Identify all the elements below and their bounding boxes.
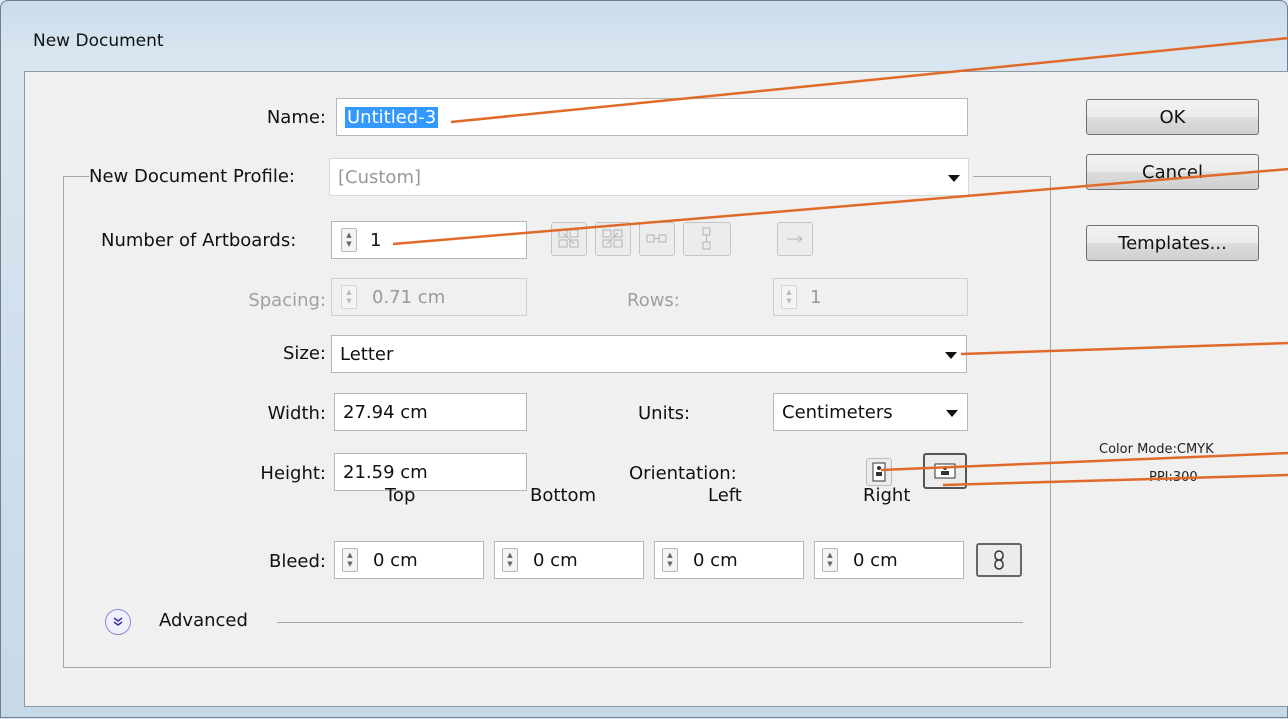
spinner-arrows-icon[interactable]: ▲ ▼ bbox=[342, 548, 358, 572]
units-label: Units: bbox=[638, 403, 691, 424]
group-border-bottom bbox=[63, 667, 1051, 668]
units-dropdown-value: Centimeters bbox=[782, 401, 893, 423]
advanced-separator bbox=[277, 622, 1023, 623]
bleed-left-value: 0 cm bbox=[693, 549, 738, 571]
name-label: Name: bbox=[266, 107, 326, 128]
bleed-right-value: 0 cm bbox=[853, 549, 898, 571]
name-input-value: Untitled-3 bbox=[345, 106, 439, 128]
bleed-top-label: Top bbox=[385, 485, 416, 506]
cancel-button[interactable]: Cancel bbox=[1086, 154, 1259, 190]
arrange-by-row-icon[interactable] bbox=[639, 222, 675, 256]
group-border-top-right bbox=[973, 176, 1051, 177]
rows-value: 1 bbox=[810, 286, 822, 308]
height-input[interactable]: 21.59 cm bbox=[334, 453, 527, 491]
group-border-left bbox=[63, 176, 64, 668]
landscape-orientation-icon[interactable] bbox=[923, 453, 967, 489]
width-value: 27.94 cm bbox=[343, 401, 428, 423]
spinner-arrows-icon[interactable]: ▲ ▼ bbox=[781, 285, 797, 309]
grid-by-column-icon[interactable] bbox=[595, 222, 631, 256]
spacing-label: Spacing: bbox=[248, 290, 326, 311]
width-input[interactable]: 27.94 cm bbox=[334, 393, 527, 431]
rows-label: Rows: bbox=[627, 290, 680, 311]
grid-by-row-icon[interactable] bbox=[551, 222, 587, 256]
ppi-text: PPI:300 bbox=[1149, 470, 1198, 485]
spinner-arrows-icon[interactable]: ▲ ▼ bbox=[662, 548, 678, 572]
bleed-label: Bleed: bbox=[269, 551, 326, 572]
bleed-bottom-value: 0 cm bbox=[533, 549, 578, 571]
height-value: 21.59 cm bbox=[343, 461, 428, 483]
artboards-input[interactable]: 1 bbox=[331, 221, 527, 259]
bleed-left-label: Left bbox=[708, 485, 742, 506]
spacing-value: 0.71 cm bbox=[372, 286, 446, 308]
group-border-right bbox=[1050, 176, 1051, 668]
title-bar: New Document bbox=[1, 1, 1287, 71]
bleed-top-value: 0 cm bbox=[373, 549, 418, 571]
spinner-arrows-icon[interactable]: ▲ ▼ bbox=[341, 285, 357, 309]
ok-button[interactable]: OK bbox=[1086, 99, 1259, 135]
orientation-label: Orientation: bbox=[629, 463, 737, 484]
chain-link-icon[interactable] bbox=[976, 543, 1022, 577]
right-to-left-arrow-icon[interactable] bbox=[777, 222, 813, 256]
bleed-right-label: Right bbox=[863, 485, 911, 506]
rows-input[interactable]: 1 bbox=[773, 278, 968, 316]
size-label: Size: bbox=[282, 343, 326, 364]
chevron-down-icon bbox=[946, 410, 958, 417]
profile-label: New Document Profile: bbox=[89, 166, 299, 187]
width-label: Width: bbox=[267, 403, 326, 424]
artboards-label: Number of Artboards: bbox=[101, 230, 297, 251]
spinner-arrows-icon[interactable]: ▲ ▼ bbox=[502, 548, 518, 572]
spacing-input[interactable]: 0.71 cm bbox=[331, 278, 527, 316]
spinner-arrows-icon[interactable]: ▲ ▼ bbox=[822, 548, 838, 572]
templates-button[interactable]: Templates... bbox=[1086, 225, 1259, 261]
units-dropdown[interactable]: Centimeters bbox=[773, 393, 968, 431]
portrait-orientation-icon[interactable] bbox=[866, 458, 892, 486]
spinner-arrows-icon[interactable]: ▲ ▼ bbox=[341, 228, 357, 252]
artboards-value: 1 bbox=[370, 229, 382, 251]
dialog-title: New Document bbox=[33, 31, 164, 51]
chevron-double-down-icon[interactable] bbox=[105, 609, 131, 635]
name-input[interactable]: Untitled-3 bbox=[336, 98, 968, 136]
new-document-dialog: New Document Name: Untitled-3 New Docume… bbox=[0, 0, 1288, 718]
chevron-down-icon bbox=[945, 352, 957, 359]
height-label: Height: bbox=[260, 463, 326, 484]
advanced-label[interactable]: Advanced bbox=[159, 610, 248, 631]
profile-dropdown-value: [Custom] bbox=[338, 166, 422, 188]
group-border-top-left bbox=[63, 176, 89, 177]
chevron-down-icon bbox=[948, 175, 960, 182]
arrange-by-column-icon[interactable] bbox=[683, 222, 731, 256]
size-dropdown-value: Letter bbox=[340, 343, 394, 365]
bleed-bottom-label: Bottom bbox=[530, 485, 597, 506]
profile-dropdown[interactable]: [Custom] bbox=[329, 158, 969, 196]
color-mode-text: Color Mode:CMYK bbox=[1099, 442, 1214, 457]
size-dropdown[interactable]: Letter bbox=[331, 335, 967, 373]
